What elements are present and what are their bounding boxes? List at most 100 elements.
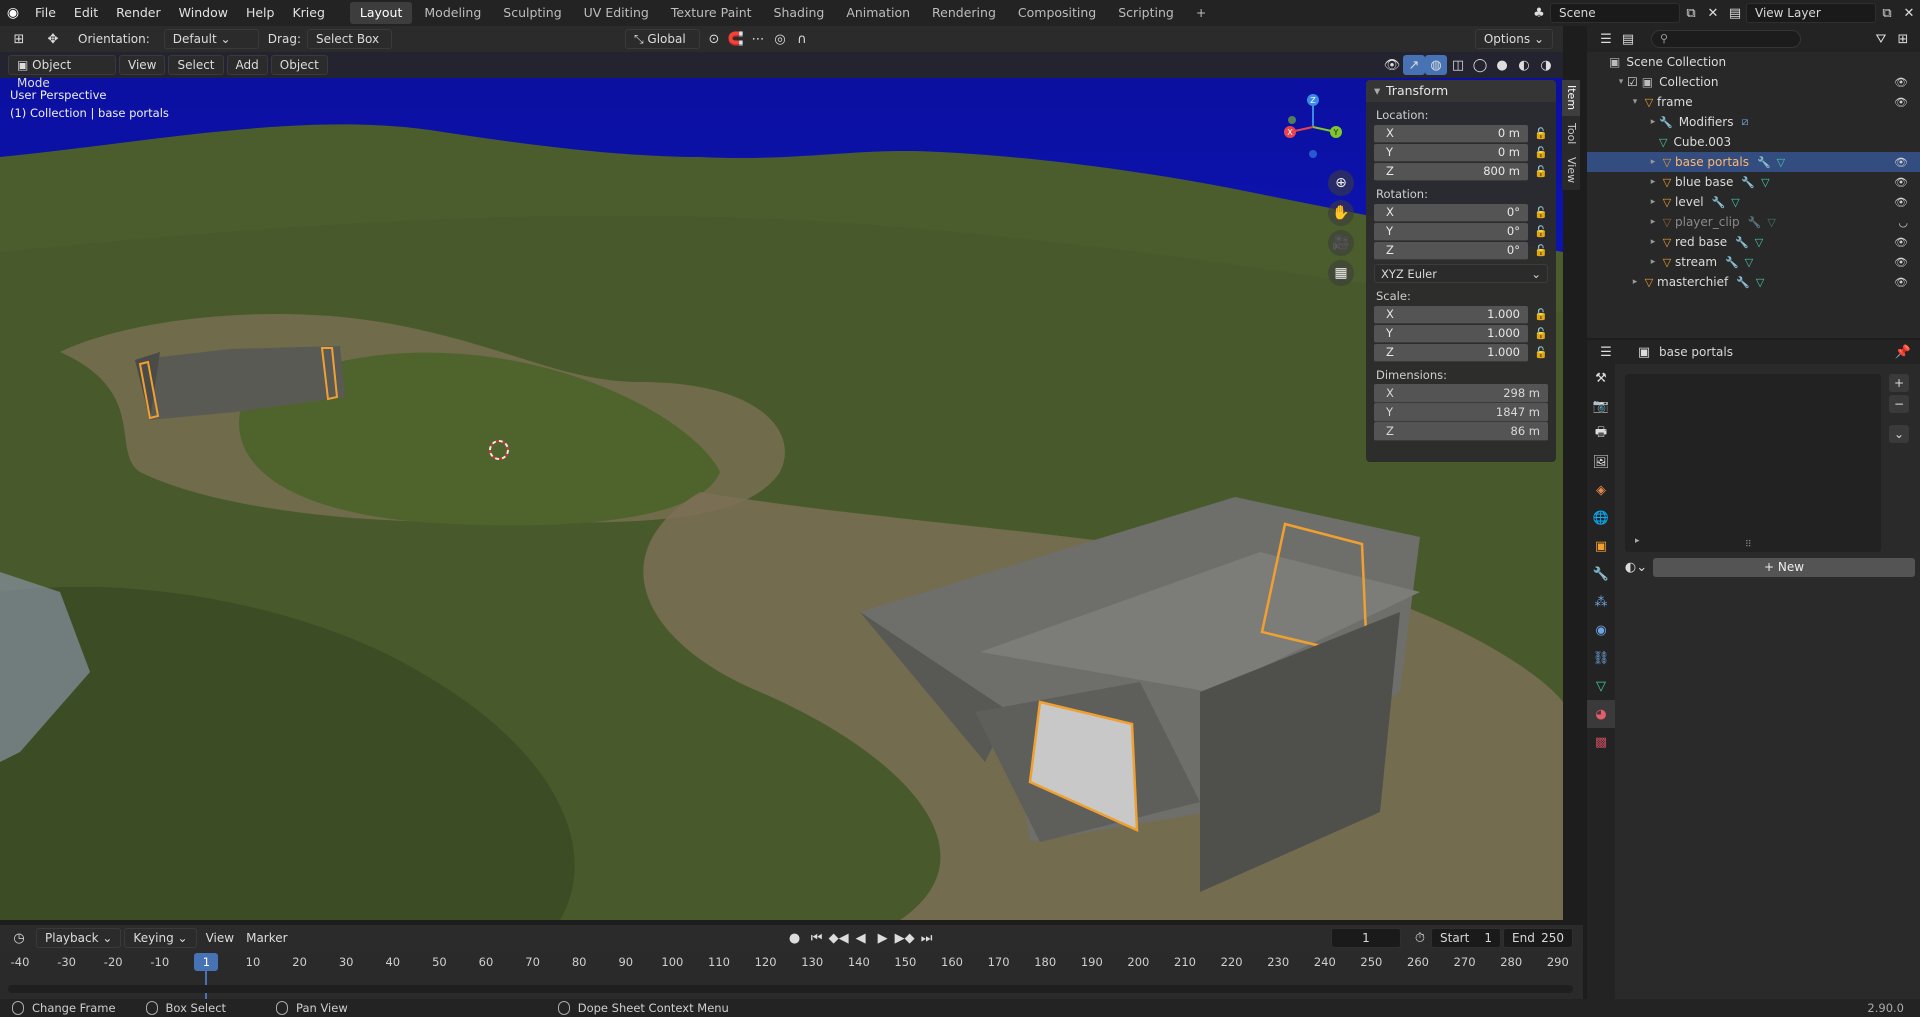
lock-icon[interactable]: 🔓 [1534,346,1548,359]
drag-dropdown[interactable]: Select Box ⌄ [306,29,392,64]
tab-tool[interactable]: Tool [1562,116,1580,152]
marker-menu[interactable]: Marker [246,931,287,945]
resize-handle-icon[interactable]: ⠿ [1745,540,1752,550]
outliner-item-level[interactable]: ▸ ▽ level 🔧 ▽ 👁 [1587,192,1920,212]
tool-tab-icon[interactable]: ⚒ [1587,364,1615,392]
tab-layout[interactable]: Layout [349,2,413,24]
menu-render[interactable]: Render [107,0,170,26]
rotation-y-field[interactable]: Y 0° 🔓 [1374,222,1548,241]
stopwatch-icon[interactable]: ⏱ [1409,928,1431,948]
dimensions-z-field[interactable]: Z 86 m [1374,422,1548,441]
outliner-search-input[interactable]: ⚲ [1651,30,1801,48]
tab-sculpting[interactable]: Sculpting [493,2,571,24]
texture-tab-icon[interactable]: ▩ [1587,728,1615,756]
overlay-toggle-icon[interactable]: ◍ [1425,55,1447,75]
lock-icon[interactable]: 🔓 [1534,244,1548,257]
tab-shading[interactable]: Shading [764,2,835,24]
tab-texture-paint[interactable]: Texture Paint [661,2,762,24]
tab-item[interactable]: Item [1562,80,1580,116]
eye-icon[interactable]: 👁 [1894,156,1908,169]
object-menu[interactable]: Object [270,55,328,75]
jump-end-icon[interactable]: ⏭ [916,928,938,948]
3d-viewport[interactable]: ▣ Object Mode View Select Add Object 👁 ↗… [0,52,1563,920]
filter-icon[interactable]: ⛛ [1870,29,1892,49]
lock-icon[interactable]: 🔓 [1534,327,1548,340]
new-collection-icon[interactable]: ⊞ [1892,29,1914,49]
proportional-edit-icon[interactable]: ◎ [769,29,791,49]
particles-tab-icon[interactable]: ⁂ [1587,588,1615,616]
orientation-dropdown[interactable]: Default ⌄ [163,29,259,49]
rotation-x-field[interactable]: X 0° 🔓 [1374,203,1548,222]
checkbox-icon[interactable]: ☑ [1627,75,1638,89]
outliner-item-blue-base[interactable]: ▸ ▽ blue base 🔧 ▽ 👁 [1587,172,1920,192]
expand-icon[interactable]: ▸ [1647,177,1659,187]
mode-dropdown[interactable]: ▣ Object Mode [8,55,116,90]
expand-icon[interactable]: ▸ [1647,217,1659,227]
menu-window[interactable]: Window [170,0,237,26]
outliner-item-modifiers[interactable]: ▸ 🔧 Modifiers ⧄ [1587,112,1920,132]
start-frame-field[interactable]: Start 1 [1431,928,1501,948]
browse-material-icon[interactable]: ◐⌄ [1625,557,1647,577]
eye-icon[interactable]: 👁 [1894,76,1908,89]
expand-icon[interactable]: ▸ [1647,157,1659,167]
play-icon[interactable]: ▶ [872,928,894,948]
pan-hand-icon[interactable]: ✋ [1328,200,1354,226]
menu-edit[interactable]: Edit [65,0,107,26]
remove-slot-button[interactable]: − [1889,395,1909,413]
tab-rendering[interactable]: Rendering [922,2,1006,24]
grid-icon[interactable]: ▦ [1328,260,1354,286]
editor-type-icon[interactable]: ⊞ [8,29,30,49]
tab-uv-editing[interactable]: UV Editing [574,2,659,24]
outliner-item-cube003[interactable]: ▽ Cube.003 [1587,132,1920,152]
lock-icon[interactable]: 🔓 [1534,308,1548,321]
dimensions-x-field[interactable]: X 298 m [1374,384,1548,403]
render-tab-icon[interactable]: 📷 [1587,392,1615,420]
options-dropdown[interactable]: Options ⌄ [1474,29,1553,49]
rotation-mode-dropdown[interactable]: XYZ Euler ⌄ [1374,264,1548,283]
display-mode-icon[interactable]: ▤ [1617,29,1639,49]
expand-icon[interactable]: ▸ [1647,197,1659,207]
modifier-tab-icon[interactable]: 🔧 [1587,560,1615,588]
lock-icon[interactable]: 🔓 [1534,206,1548,219]
menu-krieg[interactable]: Krieg [283,0,333,26]
outliner-collection[interactable]: ▾ ☑ ▣ Collection 👁 [1587,72,1920,92]
tab-view[interactable]: View [1562,152,1580,188]
view-layer-selector[interactable]: View Layer [1746,3,1876,23]
material-tab-icon[interactable]: ◕ [1587,700,1615,728]
next-keyframe-icon[interactable]: ▶◆ [894,928,916,948]
view-layer-icon[interactable]: ▤ [1724,3,1746,23]
menu-file[interactable]: File [26,0,65,26]
expand-icon[interactable]: ▸ [1629,277,1641,287]
pin-icon[interactable]: 📌 [1892,342,1914,362]
lock-icon[interactable]: 🔓 [1534,165,1548,178]
lock-icon[interactable]: 🔓 [1534,127,1548,140]
scene-tab-icon[interactable]: ◈ [1587,476,1615,504]
output-tab-icon[interactable]: 🖶 [1587,420,1615,448]
rotation-z-field[interactable]: Z 0° 🔓 [1374,241,1548,260]
zoom-icon[interactable]: ⊕ [1328,170,1354,196]
transform-orientation-dropdown[interactable]: ⤡ Global [624,29,700,49]
timeline-scrollbar[interactable] [8,985,1573,993]
tab-animation[interactable]: Animation [836,2,920,24]
blender-logo-icon[interactable]: ◉ [0,5,26,21]
timeline-area[interactable]: -40 -30 -20 -10 1 10 20 30 40 50 60 70 80 90 100 110 120… [0,951,1583,999]
add-slot-button[interactable]: + [1889,374,1909,392]
pivot-icon[interactable]: ⊙ [703,29,725,49]
xray-icon[interactable]: ◫ [1447,55,1469,75]
eye-icon[interactable]: 👁 [1894,96,1908,109]
prev-keyframe-icon[interactable]: ◆◀ [828,928,850,948]
material-slot-list[interactable]: ▸ ⠿ [1625,374,1881,552]
scale-z-field[interactable]: Z 1.000 🔓 [1374,343,1548,362]
outliner-item-masterchief[interactable]: ▸ ▽ masterchief 🔧 ▽ 👁 [1587,272,1920,292]
new-view-layer-icon[interactable]: ⧉ [1876,3,1898,23]
expand-icon[interactable]: ▾ [1629,97,1641,107]
outliner-scene-collection[interactable]: ▣ Scene Collection [1587,52,1920,72]
expand-icon[interactable]: ▸ [1647,117,1659,127]
wireframe-shading-icon[interactable]: ◯ [1469,55,1491,75]
lock-icon[interactable]: 🔓 [1534,225,1548,238]
new-scene-icon[interactable]: ⧉ [1680,3,1702,23]
add-menu[interactable]: Add [226,55,268,75]
playback-menu[interactable]: Playback ⌄ [36,928,122,948]
new-material-button[interactable]: + New [1653,557,1915,577]
expand-icon[interactable]: ▸ [1635,536,1640,546]
